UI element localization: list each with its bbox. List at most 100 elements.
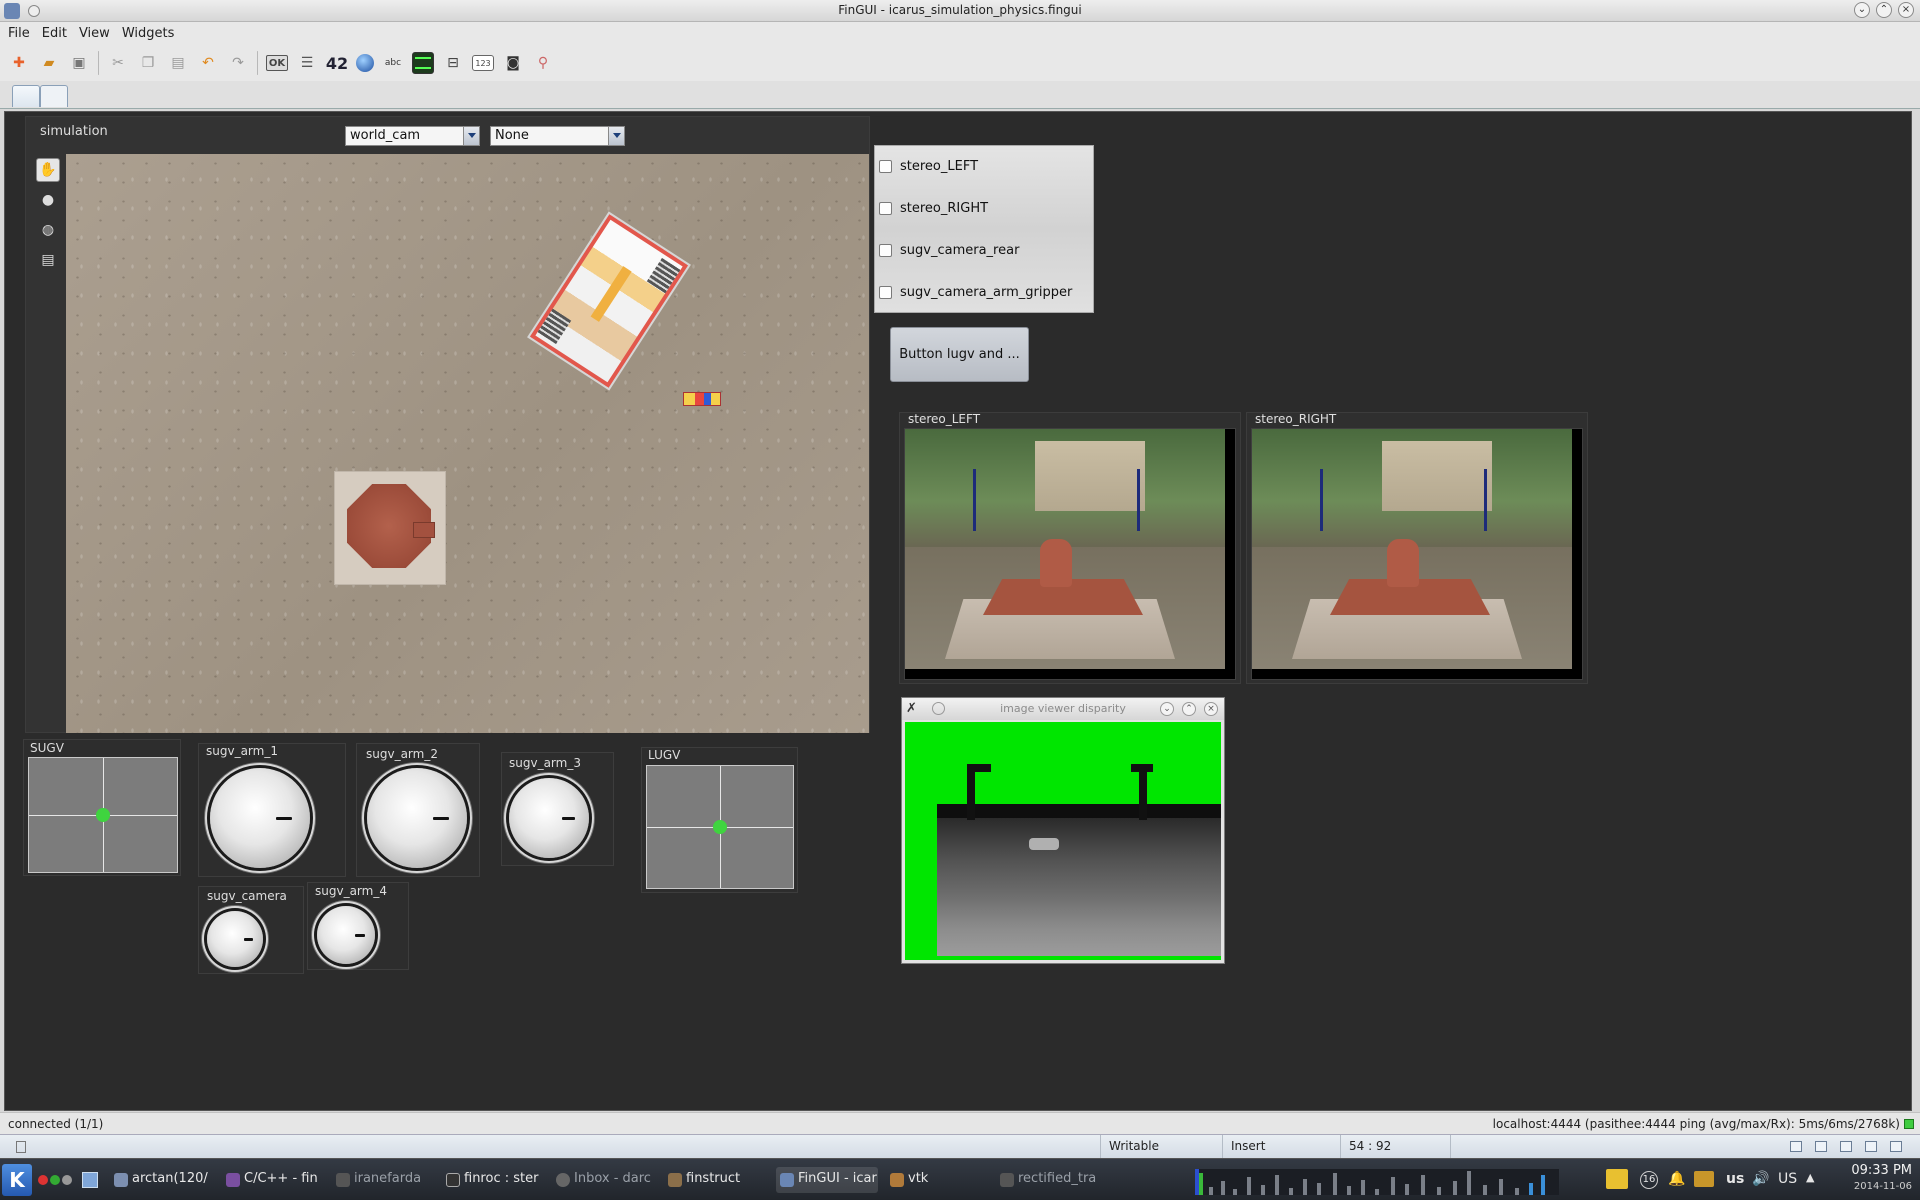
- task-finroc[interactable]: finroc : ster: [442, 1167, 544, 1193]
- task-vtk[interactable]: vtk: [886, 1167, 986, 1193]
- checkbox[interactable]: [879, 243, 892, 257]
- activity-icon[interactable]: [62, 1175, 72, 1185]
- counter-icon[interactable]: 123: [472, 55, 494, 71]
- menu-file[interactable]: File: [8, 26, 30, 41]
- camera-checkbox-panel: stereo_LEFT stereo_RIGHT sugv_camera_rea…: [874, 145, 1094, 313]
- checkbox-sugv-camera-rear[interactable]: sugv_camera_rear: [879, 240, 1019, 260]
- checkbox-label: stereo_RIGHT: [900, 200, 989, 216]
- locale[interactable]: US: [1778, 1171, 1797, 1187]
- menu-view[interactable]: View: [79, 26, 110, 41]
- list-icon[interactable]: ☰: [296, 52, 318, 74]
- activity-icon[interactable]: [50, 1175, 60, 1185]
- lugv-button[interactable]: Button lugv and ...: [890, 327, 1029, 382]
- connection-status-bar: connected (1/1) localhost:4444 (pasithee…: [0, 1112, 1920, 1134]
- activity-icon[interactable]: [38, 1175, 48, 1185]
- task-eclipse[interactable]: C/C++ - fin: [222, 1167, 322, 1193]
- keyboard-layout[interactable]: us: [1726, 1171, 1744, 1187]
- disparity-close-button[interactable]: ×: [1204, 702, 1218, 716]
- hand-tool-icon[interactable]: ✋: [36, 158, 60, 182]
- checkbox-label: sugv_camera_arm_gripper: [900, 284, 1073, 300]
- tab-2[interactable]: [40, 85, 68, 107]
- task-inbox[interactable]: Inbox - darc: [552, 1167, 652, 1193]
- window-icon[interactable]: [1865, 1141, 1877, 1152]
- window-icon[interactable]: [1790, 1141, 1802, 1152]
- folder-icon[interactable]: [1606, 1169, 1628, 1189]
- volume-icon[interactable]: 🔊: [1752, 1171, 1769, 1187]
- task-iranefarda[interactable]: iranefarda: [332, 1167, 432, 1193]
- menu-widgets[interactable]: Widgets: [122, 26, 175, 41]
- lugv-joystick[interactable]: [646, 765, 794, 889]
- tab-1[interactable]: [12, 85, 40, 107]
- close-button[interactable]: ×: [1898, 2, 1914, 18]
- arm2-knob[interactable]: [367, 768, 467, 868]
- arm1-knob[interactable]: [210, 768, 310, 868]
- camera-knob[interactable]: [207, 911, 263, 967]
- minimize-button[interactable]: ⌄: [1854, 2, 1870, 18]
- disparity-maximize-button[interactable]: ⌃: [1182, 702, 1196, 716]
- joystick-handle[interactable]: [713, 820, 727, 834]
- undo-icon[interactable]: ↶: [197, 52, 219, 74]
- window-icon[interactable]: [1840, 1141, 1852, 1152]
- task-arctan[interactable]: arctan(120/: [110, 1167, 210, 1193]
- sugv-joystick[interactable]: [28, 757, 178, 873]
- disparity-title: image viewer disparity: [1000, 702, 1126, 715]
- disparity-titlebar[interactable]: ✗ image viewer disparity ⌄ ⌃ ×: [902, 698, 1224, 720]
- task-fingui[interactable]: FinGUI - icar: [776, 1167, 878, 1193]
- simulation-view[interactable]: [66, 154, 869, 733]
- connection-led-icon: [1904, 1119, 1914, 1129]
- menu-edit[interactable]: Edit: [42, 26, 67, 41]
- camera-icon[interactable]: ◙: [502, 52, 524, 74]
- kde-start-button[interactable]: K: [2, 1164, 32, 1196]
- checkbox[interactable]: [879, 159, 892, 173]
- arm1-label: sugv_arm_1: [206, 744, 278, 758]
- arm3-knob[interactable]: [509, 778, 589, 858]
- number-icon[interactable]: 42: [326, 52, 348, 74]
- window-icon[interactable]: [1815, 1141, 1827, 1152]
- pager-icon[interactable]: [82, 1172, 98, 1188]
- bell-icon[interactable]: 🔔: [1668, 1171, 1685, 1187]
- cut-icon[interactable]: ✂: [107, 52, 129, 74]
- chevron-down-icon[interactable]: [608, 127, 624, 145]
- checkbox-stereo-right[interactable]: stereo_RIGHT: [879, 198, 988, 218]
- joystick-icon[interactable]: ⚲: [532, 52, 554, 74]
- camera-select[interactable]: world_cam: [345, 126, 480, 146]
- checkbox-stereo-left[interactable]: stereo_LEFT: [879, 156, 978, 176]
- stereo-right-title: stereo_RIGHT: [1255, 412, 1337, 426]
- zoom-tool-icon[interactable]: ◍: [36, 218, 60, 242]
- camera-label: sugv_camera: [207, 889, 287, 903]
- second-select[interactable]: None: [490, 126, 625, 146]
- notification-count[interactable]: 16: [1640, 1171, 1658, 1189]
- joystick-handle[interactable]: [96, 808, 110, 822]
- checkbox[interactable]: [879, 201, 892, 215]
- copy-icon[interactable]: ❐: [137, 52, 159, 74]
- printer-icon[interactable]: [1694, 1171, 1714, 1187]
- clock[interactable]: 09:33 PM 2014-11-06: [1851, 1163, 1912, 1195]
- maximize-button[interactable]: ⌃: [1876, 2, 1892, 18]
- open-icon[interactable]: ▰: [38, 52, 60, 74]
- abc-icon[interactable]: abc: [382, 52, 404, 74]
- task-finstruct[interactable]: finstruct: [664, 1167, 764, 1193]
- redo-icon[interactable]: ↷: [227, 52, 249, 74]
- oscilloscope-icon[interactable]: [412, 52, 434, 74]
- save-icon[interactable]: ▣: [68, 52, 90, 74]
- system-monitor[interactable]: [1195, 1169, 1559, 1195]
- status-separator: [1450, 1135, 1459, 1159]
- settings-tool-icon[interactable]: ▤: [36, 248, 60, 272]
- task-rectified[interactable]: rectified_tra: [996, 1167, 1096, 1193]
- ok-icon[interactable]: OK: [266, 55, 288, 71]
- globe-icon[interactable]: [356, 54, 374, 72]
- arm4-knob[interactable]: [317, 906, 375, 964]
- chevron-down-icon[interactable]: [463, 127, 479, 145]
- checkbox[interactable]: [879, 285, 892, 299]
- disparity-minimize-button[interactable]: ⌄: [1160, 702, 1174, 716]
- paste-icon[interactable]: ▤: [167, 52, 189, 74]
- checkbox-sugv-camera-arm-gripper[interactable]: sugv_camera_arm_gripper: [879, 282, 1072, 302]
- simulation-toolbox: ✋ ● ◍ ▤: [36, 158, 62, 278]
- slider-icon[interactable]: ⊟: [442, 52, 464, 74]
- window-icon[interactable]: [1890, 1141, 1902, 1152]
- new-icon[interactable]: ✚: [8, 52, 30, 74]
- tray-expand-icon[interactable]: ▲: [1806, 1171, 1814, 1184]
- select-tool-icon[interactable]: ●: [36, 188, 60, 212]
- toolbar: ✚ ▰ ▣ ✂ ❐ ▤ ↶ ↷ OK ☰ 42 abc ⊟ 123 ◙ ⚲: [0, 45, 1920, 81]
- taskbar: K arctan(120/ C/C++ - fin iranefarda fin…: [0, 1158, 1920, 1200]
